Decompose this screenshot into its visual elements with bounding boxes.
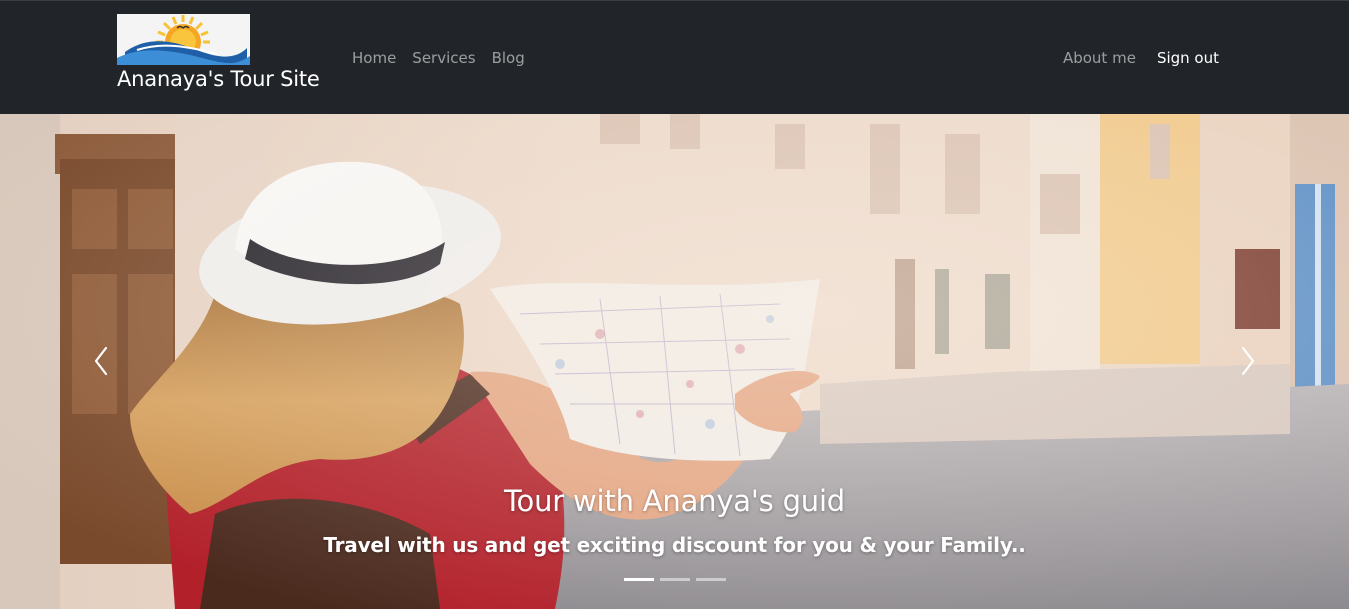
carousel-caption-title: Tour with Ananya's guid [503,484,846,518]
chevron-left-icon [94,346,108,376]
primary-nav: Home Services Blog [352,47,525,69]
carousel-caption-text: Travel with us and get exciting discount… [323,533,1026,557]
sun-over-waves-logo-icon [117,15,250,65]
carousel-indicator-1[interactable] [624,578,654,581]
account-nav: About me Sign out [1063,47,1219,69]
chevron-right-icon [1241,346,1255,376]
nav-link-services[interactable]: Services [412,47,475,69]
navbar: Ananaya's Tour Site Home Services Blog A… [0,0,1349,114]
brand-link[interactable]: Ananaya's Tour Site [117,14,347,104]
brand-logo [117,14,250,65]
nav-link-home[interactable]: Home [352,47,396,69]
hero-carousel: Tour with Ananya's guid Travel with us a… [0,114,1349,609]
carousel-next-button[interactable] [1233,342,1263,380]
sign-out-link[interactable]: Sign out [1157,47,1219,69]
carousel-indicator-3[interactable] [696,578,726,581]
nav-link-blog[interactable]: Blog [492,47,525,69]
carousel-indicators [624,578,726,581]
carousel-prev-button[interactable] [86,342,116,380]
nav-link-about-me[interactable]: About me [1063,47,1136,69]
carousel-indicator-2[interactable] [660,578,690,581]
brand-name: Ananaya's Tour Site [117,67,320,91]
